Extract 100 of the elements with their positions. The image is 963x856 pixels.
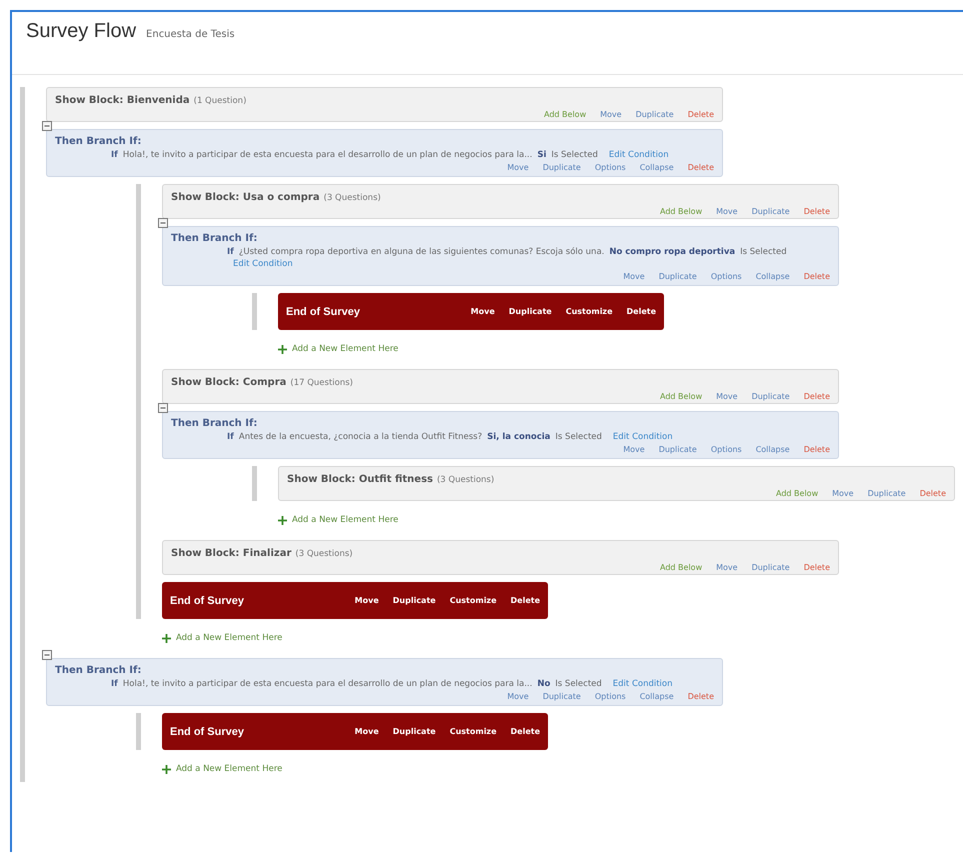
edit-condition-link[interactable]: Edit Condition	[612, 679, 673, 689]
action-link[interactable]: Move	[832, 489, 854, 498]
action-link[interactable]: Options	[594, 692, 626, 701]
condition-answer: No	[537, 679, 550, 689]
action-link[interactable]: Duplicate	[658, 272, 697, 281]
action-link[interactable]: Duplicate	[658, 445, 697, 454]
condition-answer: No compro ropa deportiva	[609, 247, 736, 257]
action-link[interactable]: Duplicate	[392, 727, 436, 736]
delete-link[interactable]: Delete	[920, 489, 946, 498]
action-link[interactable]: Add Below	[660, 392, 702, 401]
action-link[interactable]: Add Below	[544, 110, 586, 119]
action-link[interactable]: Move	[507, 163, 529, 172]
action-link[interactable]: Move	[600, 110, 622, 119]
edit-condition-link[interactable]: Edit Condition	[608, 150, 669, 160]
delete-link[interactable]: Delete	[804, 392, 830, 401]
block-title: Show Block: Bienvenida	[55, 95, 190, 106]
action-link[interactable]: Duplicate	[752, 563, 790, 572]
delete-link[interactable]: Delete	[688, 163, 714, 172]
action-link[interactable]: Add Below	[776, 489, 818, 498]
delete-link[interactable]: Delete	[804, 563, 830, 572]
block-title: Show Block: Finalizar	[171, 548, 292, 559]
question-count: (1 Question)	[194, 96, 246, 106]
action-link[interactable]: Collapse	[756, 445, 790, 454]
action-link[interactable]: Move	[716, 563, 738, 572]
plus-icon	[278, 344, 287, 354]
action-link[interactable]: Duplicate	[868, 489, 906, 498]
add-element-link[interactable]: Add a New Element Here	[162, 633, 282, 643]
end-title: End of Survey	[170, 726, 244, 738]
question-count: (17 Questions)	[290, 378, 353, 388]
edit-condition-link[interactable]: Edit Condition	[612, 432, 673, 442]
add-element-link[interactable]: Add a New Element Here	[278, 515, 398, 525]
edit-condition-link[interactable]: Edit Condition	[233, 259, 293, 269]
add-element-link[interactable]: Add a New Element Here	[278, 344, 398, 354]
condition-operator: Is Selected	[555, 432, 602, 442]
action-link[interactable]: Move	[623, 272, 645, 281]
page-title: Survey Flow	[26, 20, 136, 43]
delete-link[interactable]: Delete	[804, 207, 830, 216]
question-count: (3 Questions)	[436, 475, 494, 485]
collapse-icon[interactable]	[42, 121, 52, 131]
action-link[interactable]: Collapse	[640, 692, 674, 701]
action-link[interactable]: Duplicate	[542, 692, 581, 701]
action-link[interactable]: Move	[623, 445, 645, 454]
action-link[interactable]: Add Below	[660, 207, 702, 216]
action-link[interactable]: Move	[716, 207, 738, 216]
delete-link[interactable]: Delete	[804, 272, 830, 281]
action-link[interactable]: Delete	[510, 727, 540, 736]
action-link[interactable]: Duplicate	[752, 207, 790, 216]
condition-question: Hola!, te invito a participar de esta encuesta para el desarrollo de un plan de negocios para la...	[122, 150, 532, 160]
action-link[interactable]: Move	[716, 392, 738, 401]
action-link[interactable]: Duplicate	[752, 392, 790, 401]
action-link[interactable]: Add Below	[660, 563, 702, 572]
condition-question: ¿Usted compra ropa deportiva en alguna de las siguientes comunas? Escoja sólo una.	[238, 247, 604, 257]
survey-name: Encuesta de Tesis	[146, 29, 235, 40]
action-link[interactable]: Options	[710, 445, 742, 454]
if-label: If	[227, 247, 234, 257]
condition-question: Antes de la encuesta, ¿conocia a la tienda Outfit Fitness?	[238, 432, 482, 442]
action-link[interactable]: Move	[354, 727, 379, 736]
question-count: (3 Questions)	[324, 193, 381, 203]
if-label: If	[227, 432, 234, 442]
collapse-icon[interactable]	[158, 218, 168, 228]
action-link[interactable]: Customize	[450, 596, 497, 605]
branch-title: Then Branch If:	[55, 665, 142, 676]
action-link[interactable]: Options	[710, 272, 742, 281]
delete-link[interactable]: Delete	[688, 692, 714, 701]
action-link[interactable]: Move	[470, 307, 495, 316]
action-link[interactable]: Collapse	[640, 163, 674, 172]
action-link[interactable]: Duplicate	[508, 307, 552, 316]
collapse-icon[interactable]	[158, 403, 168, 413]
end-title: End of Survey	[286, 306, 360, 318]
if-label: If	[111, 150, 118, 160]
plus-icon	[278, 516, 287, 524]
condition-operator: Is Selected	[551, 150, 598, 160]
block-title: Show Block: Outfit fitness	[287, 474, 433, 485]
action-link[interactable]: Collapse	[756, 272, 790, 281]
action-link[interactable]: Options	[594, 163, 626, 172]
action-link[interactable]: Duplicate	[392, 596, 436, 605]
action-link[interactable]: Customize	[450, 727, 497, 736]
action-link[interactable]: Duplicate	[542, 163, 581, 172]
action-link[interactable]: Delete	[626, 307, 656, 316]
condition-operator: Is Selected	[740, 247, 787, 257]
if-label: If	[111, 679, 118, 689]
collapse-icon[interactable]	[42, 650, 52, 660]
action-link[interactable]: Customize	[566, 307, 613, 316]
plus-icon	[162, 634, 171, 642]
action-link[interactable]: Move	[507, 692, 529, 701]
delete-link[interactable]: Delete	[804, 445, 830, 454]
action-link[interactable]: Move	[354, 596, 379, 605]
condition-answer: Si, la conocia	[487, 432, 550, 442]
delete-link[interactable]: Delete	[688, 110, 714, 119]
branch-title: Then Branch If:	[55, 136, 142, 147]
plus-icon	[162, 764, 171, 774]
block-title: Show Block: Usa o compra	[171, 192, 320, 203]
condition-operator: Is Selected	[555, 679, 602, 689]
block-title: Show Block: Compra	[171, 377, 286, 388]
condition-question: Hola!, te invito a participar de esta encuesta para el desarrollo de un plan de negocios para la...	[122, 679, 532, 689]
add-element-link[interactable]: Add a New Element Here	[162, 764, 282, 774]
branch-title: Then Branch If:	[171, 418, 258, 429]
action-link[interactable]: Delete	[510, 596, 540, 605]
end-title: End of Survey	[170, 594, 244, 606]
action-link[interactable]: Duplicate	[636, 110, 674, 119]
